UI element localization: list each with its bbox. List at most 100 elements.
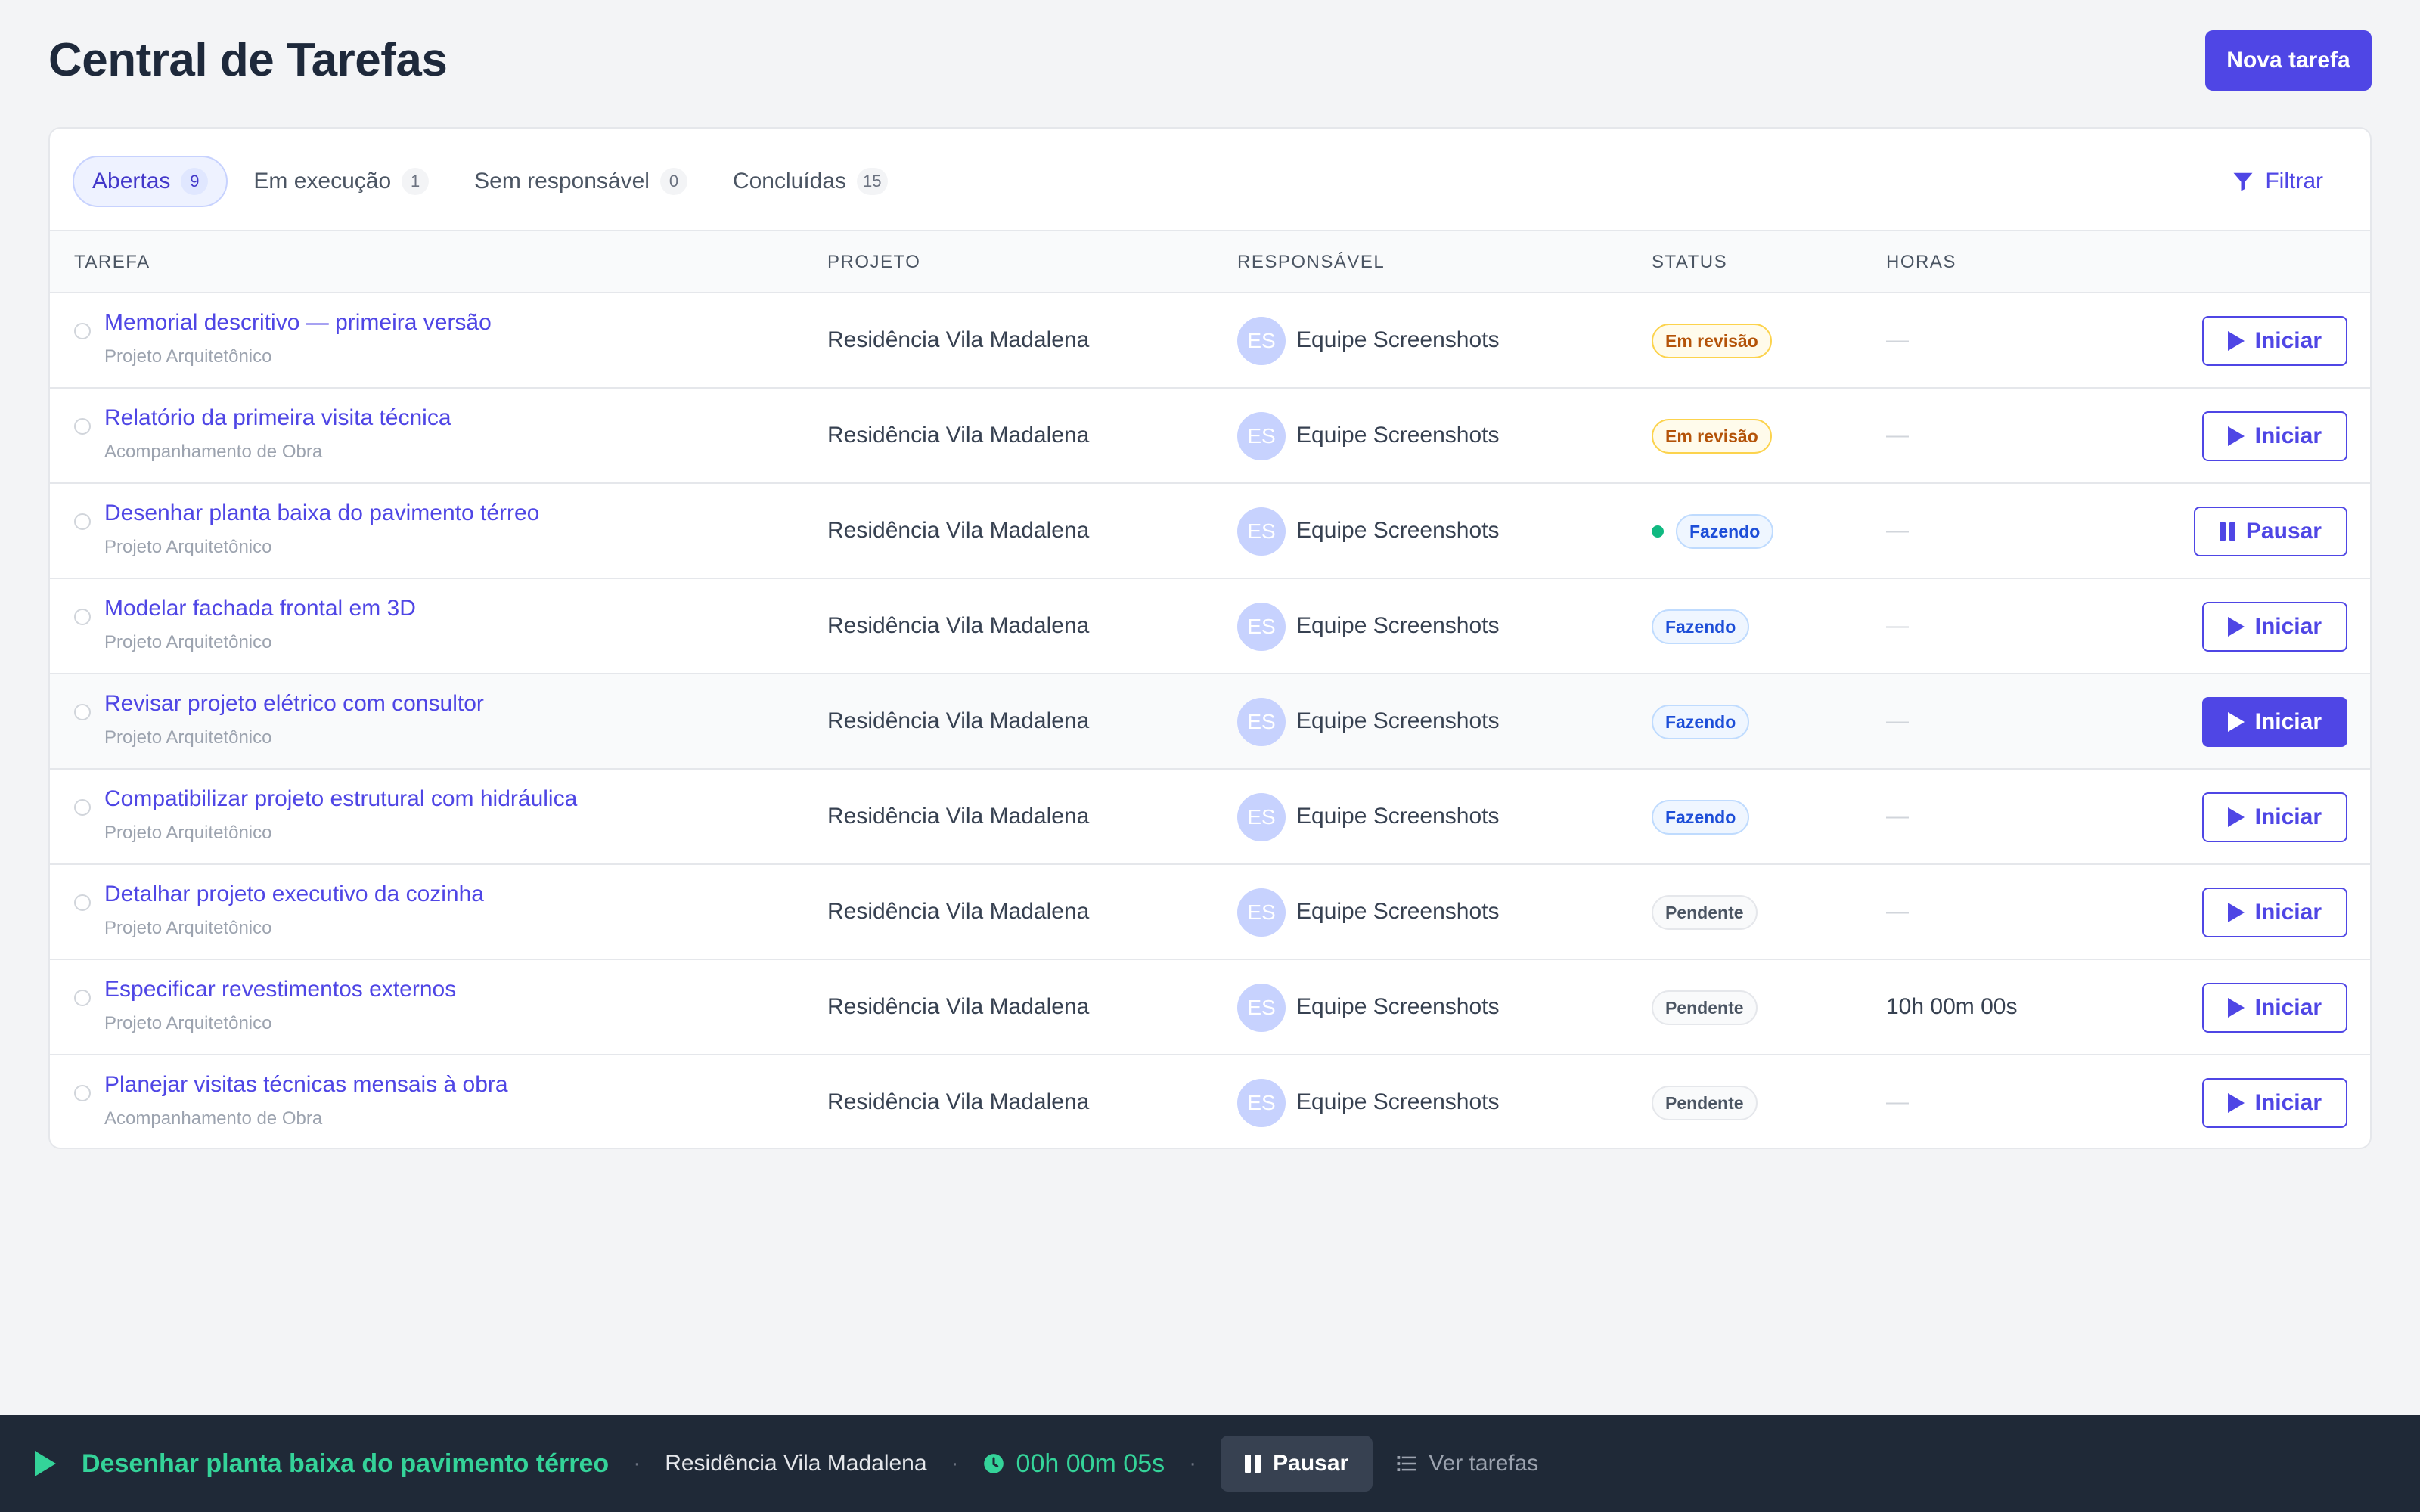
- status-badge: Fazendo: [1652, 705, 1750, 739]
- project-name: Residência Vila Madalena: [827, 804, 1090, 829]
- responsible-name: Equipe Screenshots: [1296, 1089, 1500, 1114]
- table-row: Modelar fachada frontal em 3D Projeto Ar…: [50, 579, 2370, 674]
- new-task-button[interactable]: Nova tarefa: [2205, 30, 2372, 91]
- tab-abertas[interactable]: Abertas 9: [73, 156, 228, 207]
- status-cell: Pendente: [1652, 990, 1758, 1025]
- start-button[interactable]: Iniciar: [2201, 983, 2347, 1033]
- view-tasks-link[interactable]: Ver tarefas: [1395, 1451, 1538, 1476]
- complete-radio[interactable]: [74, 894, 91, 911]
- filter-label: Filtrar: [2265, 169, 2323, 194]
- timer-pause-button[interactable]: Pausar: [1221, 1436, 1373, 1492]
- app: Central de Tarefas Nova tarefa Abertas 9…: [0, 0, 2420, 1512]
- task-category: Projeto Arquitetônico: [104, 346, 272, 367]
- hours-value: —: [1886, 423, 1909, 448]
- start-button[interactable]: Iniciar: [2201, 602, 2347, 652]
- start-button[interactable]: Iniciar: [2201, 1078, 2347, 1128]
- table-row: Desenhar planta baixa do pavimento térre…: [50, 484, 2370, 579]
- start-button[interactable]: Iniciar: [2201, 316, 2347, 366]
- task-category: Projeto Arquitetônico: [104, 727, 272, 748]
- separator-dot: ·: [1189, 1451, 1197, 1476]
- tab-label: Abertas: [92, 169, 171, 194]
- status-badge: Fazendo: [1676, 514, 1774, 549]
- running-indicator-dot: [1652, 525, 1664, 538]
- active-timer-bar: Desenhar planta baixa do pavimento térre…: [0, 1415, 2420, 1512]
- pause-button[interactable]: Pausar: [2193, 507, 2347, 556]
- play-icon: [2227, 712, 2245, 732]
- tab-label: Em execução: [253, 169, 392, 194]
- hours-value: —: [1886, 327, 1909, 352]
- tab-concluidas[interactable]: Concluídas 15: [713, 156, 908, 207]
- play-icon: [2227, 331, 2245, 351]
- page-title: Central de Tarefas: [48, 34, 448, 86]
- column-header-task: TAREFA: [74, 252, 150, 272]
- active-task-title[interactable]: Desenhar planta baixa do pavimento térre…: [82, 1449, 609, 1479]
- task-title-link[interactable]: Modelar fachada frontal em 3D: [104, 596, 416, 621]
- active-project-name: Residência Vila Madalena: [665, 1451, 927, 1476]
- tasks-card: Abertas 9 Em execução 1 Sem responsável …: [48, 127, 2372, 1149]
- complete-radio[interactable]: [74, 418, 91, 435]
- column-header-status: STATUS: [1652, 252, 1728, 272]
- hours-value: —: [1886, 518, 1909, 543]
- status-badge: Pendente: [1652, 1086, 1758, 1120]
- responsible-name: Equipe Screenshots: [1296, 804, 1500, 829]
- task-title-link[interactable]: Detalhar projeto executivo da cozinha: [104, 881, 484, 907]
- task-title-link[interactable]: Relatório da primeira visita técnica: [104, 405, 451, 431]
- avatar: ES: [1237, 793, 1286, 841]
- filter-button[interactable]: Filtrar: [2207, 156, 2347, 207]
- status-cell: Pendente: [1652, 1086, 1758, 1120]
- avatar: ES: [1237, 603, 1286, 651]
- status-badge: Em revisão: [1652, 324, 1772, 358]
- table-row: Memorial descritivo — primeira versão Pr…: [50, 293, 2370, 389]
- complete-radio[interactable]: [74, 990, 91, 1006]
- column-header-responsible: RESPONSÁVEL: [1237, 252, 1385, 272]
- status-cell: Em revisão: [1652, 324, 1772, 358]
- task-title-link[interactable]: Desenhar planta baixa do pavimento térre…: [104, 500, 539, 526]
- status-tabs: Abertas 9 Em execução 1 Sem responsável …: [73, 156, 908, 207]
- pause-label: Pausar: [1273, 1451, 1349, 1476]
- complete-radio[interactable]: [74, 799, 91, 816]
- task-title-link[interactable]: Planejar visitas técnicas mensais à obra: [104, 1072, 508, 1098]
- avatar: ES: [1237, 1079, 1286, 1127]
- table-row: Especificar revestimentos externos Proje…: [50, 960, 2370, 1055]
- task-title-link[interactable]: Memorial descritivo — primeira versão: [104, 310, 492, 336]
- task-title-link[interactable]: Compatibilizar projeto estrutural com hi…: [104, 786, 577, 812]
- project-name: Residência Vila Madalena: [827, 613, 1090, 638]
- hours-value: —: [1886, 613, 1909, 638]
- task-category: Acompanhamento de Obra: [104, 1108, 323, 1129]
- table-row: Compatibilizar projeto estrutural com hi…: [50, 770, 2370, 865]
- start-button[interactable]: Iniciar: [2201, 792, 2347, 842]
- task-title-link[interactable]: Especificar revestimentos externos: [104, 977, 456, 1002]
- tab-count-badge: 0: [659, 168, 687, 195]
- start-button[interactable]: Iniciar: [2201, 697, 2347, 747]
- complete-radio[interactable]: [74, 704, 91, 720]
- separator-dot: ·: [951, 1451, 959, 1476]
- tabs-bar: Abertas 9 Em execução 1 Sem responsável …: [50, 129, 2370, 231]
- page-header: Central de Tarefas Nova tarefa: [48, 30, 2372, 91]
- responsible-name: Equipe Screenshots: [1296, 327, 1500, 352]
- complete-radio[interactable]: [74, 323, 91, 339]
- project-name: Residência Vila Madalena: [827, 899, 1090, 924]
- tab-em-execucao[interactable]: Em execução 1: [234, 156, 448, 207]
- complete-radio[interactable]: [74, 1085, 91, 1101]
- start-button[interactable]: Iniciar: [2201, 888, 2347, 937]
- column-header-hours: HORAS: [1886, 252, 1956, 272]
- task-title-link[interactable]: Revisar projeto elétrico com consultor: [104, 691, 484, 717]
- table-row: Relatório da primeira visita técnica Aco…: [50, 389, 2370, 484]
- hours-value: —: [1886, 899, 1909, 924]
- status-badge: Em revisão: [1652, 419, 1772, 454]
- task-category: Projeto Arquitetônico: [104, 537, 272, 557]
- play-icon: [2227, 617, 2245, 637]
- avatar: ES: [1237, 698, 1286, 746]
- tab-sem-responsavel[interactable]: Sem responsável 0: [455, 156, 707, 207]
- complete-radio[interactable]: [74, 609, 91, 625]
- status-badge: Pendente: [1652, 895, 1758, 930]
- avatar: ES: [1237, 317, 1286, 365]
- tab-count-badge: 9: [181, 168, 209, 195]
- tab-count-badge: 1: [402, 168, 430, 195]
- tab-label: Sem responsável: [474, 169, 650, 194]
- hours-value: —: [1886, 804, 1909, 829]
- complete-radio[interactable]: [74, 513, 91, 530]
- action-label: Iniciar: [2254, 614, 2322, 639]
- start-button[interactable]: Iniciar: [2201, 411, 2347, 461]
- project-name: Residência Vila Madalena: [827, 327, 1090, 352]
